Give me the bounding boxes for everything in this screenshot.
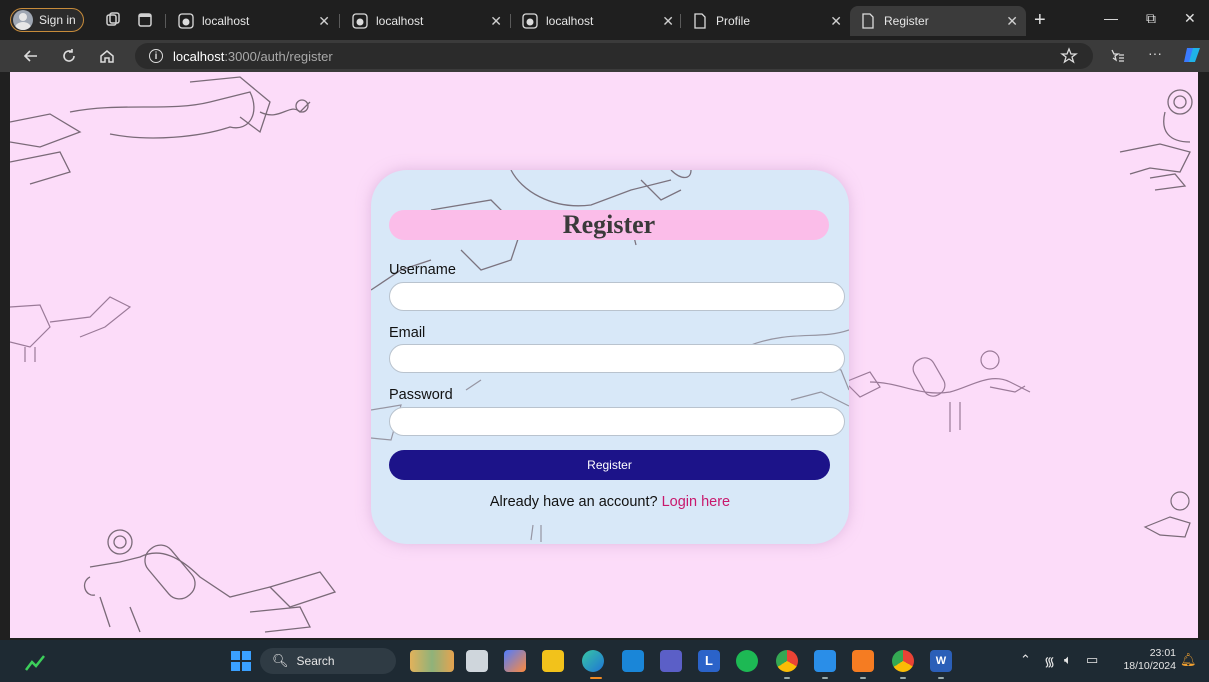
tab-title: localhost xyxy=(546,14,594,28)
page-icon xyxy=(862,13,874,29)
browser-tab-strip: Sign in localhost ✕ localhost ✕ localhos… xyxy=(0,0,1209,40)
localhost-favicon-icon xyxy=(352,13,368,29)
sign-in-button[interactable]: Sign in xyxy=(10,8,84,32)
email-input[interactable] xyxy=(389,344,845,373)
vscode-icon[interactable] xyxy=(814,650,836,672)
refresh-icon[interactable] xyxy=(60,47,78,65)
url-path: :3000/auth/register xyxy=(224,48,333,64)
diver-illustration-bottom-left xyxy=(83,529,337,633)
edge-browser-icon[interactable] xyxy=(582,650,604,672)
file-explorer-icon[interactable] xyxy=(542,650,564,672)
close-tab-icon[interactable]: ✕ xyxy=(1006,13,1018,30)
tab-title: localhost xyxy=(376,14,424,28)
close-window-icon[interactable]: ✕ xyxy=(1184,10,1196,27)
show-hidden-icons-icon[interactable]: ⌃ xyxy=(1020,652,1031,668)
tab-title: Register xyxy=(884,14,929,28)
close-tab-icon[interactable]: ✕ xyxy=(490,13,502,30)
url-host: localhost xyxy=(173,48,225,64)
close-tab-icon[interactable]: ✕ xyxy=(830,13,842,30)
tab-title: localhost xyxy=(202,14,250,28)
task-view-icon[interactable] xyxy=(466,650,488,672)
chrome-profile-icon[interactable] xyxy=(892,650,914,672)
tab-localhost-3[interactable]: localhost ✕ xyxy=(512,6,682,36)
page-viewport: Register Username Email Password Registe… xyxy=(10,72,1198,638)
diver-illustration-top-right xyxy=(1119,89,1193,191)
windows-start-icon[interactable] xyxy=(230,650,252,672)
word-icon[interactable]: W xyxy=(930,650,952,672)
favorites-icon[interactable] xyxy=(1108,47,1126,65)
tab-title: Profile xyxy=(716,14,751,28)
chrome-icon[interactable] xyxy=(776,650,798,672)
volume-icon[interactable]: 🔈︎ xyxy=(1064,652,1072,668)
search-icon: 🔍︎ xyxy=(272,653,289,668)
diver-illustration-top-left xyxy=(10,76,311,185)
login-link[interactable]: Login here xyxy=(662,494,731,510)
clock-time: 23:01 xyxy=(1149,647,1176,659)
xampp-icon[interactable] xyxy=(852,650,874,672)
taskbar-clock[interactable]: 23:01 18/10/2024 xyxy=(1118,647,1176,673)
page-icon xyxy=(694,13,706,29)
search-label: Search xyxy=(296,654,335,668)
register-title: Register xyxy=(389,210,829,240)
copilot-app-icon[interactable] xyxy=(504,650,526,672)
tab-actions-icon[interactable] xyxy=(136,11,154,29)
diver-illustration-left xyxy=(10,296,132,362)
site-info-icon[interactable]: i xyxy=(149,49,163,63)
battery-icon[interactable]: ▭ xyxy=(1086,652,1098,668)
password-label: Password xyxy=(389,387,453,403)
favorite-star-icon[interactable] xyxy=(1060,47,1078,65)
username-input[interactable] xyxy=(389,282,845,311)
diver-illustration-right xyxy=(843,350,1031,432)
tab-localhost-2[interactable]: localhost ✕ xyxy=(342,6,510,36)
workspaces-icon[interactable] xyxy=(104,11,122,29)
password-input[interactable] xyxy=(389,407,845,436)
search-highlight-icon[interactable] xyxy=(410,650,454,672)
stocks-widget-icon[interactable] xyxy=(24,650,46,672)
restore-icon[interactable]: ⧉ xyxy=(1146,10,1156,27)
register-button[interactable]: Register xyxy=(389,450,830,480)
teams-icon[interactable] xyxy=(660,650,682,672)
close-tab-icon[interactable]: ✕ xyxy=(662,13,674,30)
back-arrow-icon[interactable] xyxy=(22,47,40,65)
l-app-icon[interactable]: L xyxy=(698,650,720,672)
sign-in-label: Sign in xyxy=(39,13,76,27)
diver-illustration-far-right xyxy=(1143,491,1191,538)
taskbar-search[interactable]: 🔍︎ Search xyxy=(260,648,396,674)
login-prompt-line: Already have an account? Login here xyxy=(371,494,849,510)
tab-register[interactable]: Register ✕ xyxy=(850,6,1026,36)
address-bar[interactable]: i localhost:3000/auth/register xyxy=(135,43,1093,69)
copilot-icon[interactable] xyxy=(1182,45,1202,65)
email-label: Email xyxy=(389,325,426,341)
mail-icon[interactable] xyxy=(622,650,644,672)
tab-profile[interactable]: Profile ✕ xyxy=(682,6,850,36)
tab-localhost-1[interactable]: localhost ✕ xyxy=(168,6,338,36)
browser-toolbar: i localhost:3000/auth/register ··· xyxy=(0,40,1209,72)
home-icon[interactable] xyxy=(98,47,116,65)
username-label: Username xyxy=(389,262,456,278)
clock-date: 18/10/2024 xyxy=(1123,660,1176,672)
login-prompt-text: Already have an account? xyxy=(489,494,658,510)
profile-avatar-icon xyxy=(13,10,33,30)
notification-bell-icon[interactable]: 🔔︎ xyxy=(1180,652,1197,668)
localhost-favicon-icon xyxy=(522,13,538,29)
spotify-icon[interactable] xyxy=(736,650,758,672)
more-options-icon[interactable]: ··· xyxy=(1148,45,1166,63)
wifi-icon[interactable]: ᯾ xyxy=(1044,652,1055,670)
minimize-icon[interactable]: — xyxy=(1104,10,1118,26)
new-tab-icon[interactable]: + xyxy=(1034,9,1046,32)
register-card: Register Username Email Password Registe… xyxy=(371,170,849,544)
close-tab-icon[interactable]: ✕ xyxy=(318,13,330,30)
localhost-favicon-icon xyxy=(178,13,194,29)
windows-taskbar: 🔍︎ Search L W ⌃ ᯾ 🔈︎ ▭ 23:01 18/10/2024 … xyxy=(0,640,1209,682)
